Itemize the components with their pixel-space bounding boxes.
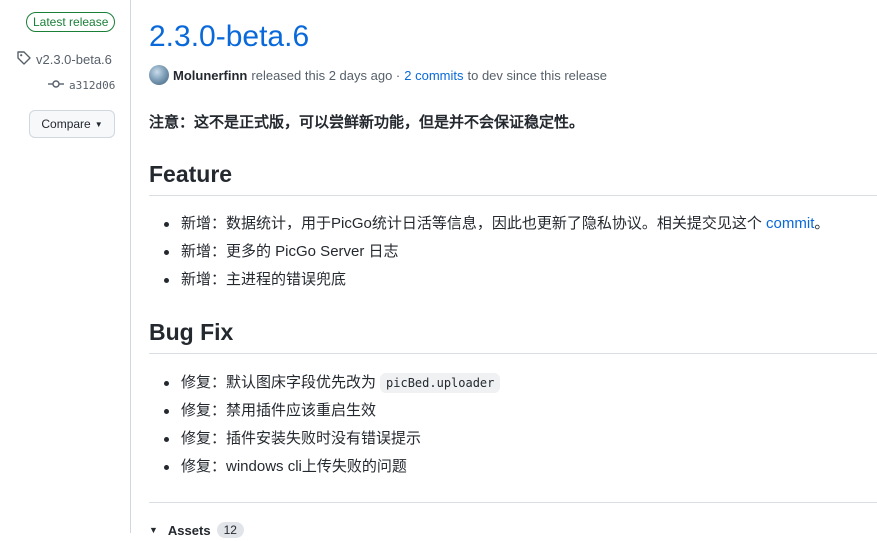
compare-button[interactable]: Compare ▼	[29, 110, 115, 138]
tag-name: v2.3.0-beta.6	[36, 51, 112, 67]
triangle-down-icon: ▼	[149, 525, 158, 535]
commit-link[interactable]: a312d06	[48, 77, 115, 93]
list-item: 修复：插件安装失败时没有错误提示	[149, 425, 500, 453]
release-meta: Molunerfinn released this 2 days ago · 2…	[149, 65, 607, 85]
bugfix-item-text: 修复：默认图床字段优先改为	[181, 374, 377, 391]
commit-sha: a312d06	[69, 78, 116, 92]
release-sidebar: Latest release v2.3.0-beta.6 a312d06 Com…	[0, 0, 131, 533]
triangle-down-icon: ▼	[94, 119, 103, 129]
feature-heading: Feature	[149, 159, 877, 196]
tag-link[interactable]: v2.3.0-beta.6	[16, 50, 112, 68]
assets-count-badge: 12	[216, 522, 244, 538]
assets-label: Assets	[167, 522, 211, 538]
release-title[interactable]: 2.3.0-beta.6	[149, 18, 309, 56]
feature-item-suffix: 。	[814, 215, 830, 232]
commit-link-inline[interactable]: commit	[766, 215, 814, 232]
beta-note: 注意：这不是正式版，可以尝鲜新功能，但是并不会保证稳定性。	[149, 114, 585, 131]
avatar[interactable]	[149, 65, 169, 85]
inline-code: picBed.uploader	[380, 373, 501, 393]
feature-list: 新增：数据统计，用于PicGo统计日活等信息，因此也更新了隐私协议。相关提交见这…	[149, 210, 829, 294]
compare-label: Compare	[41, 117, 91, 131]
since-text: to dev since this release	[467, 67, 607, 83]
commits-link[interactable]: 2 commits	[404, 68, 463, 83]
released-text: released this 2 days ago ·	[251, 67, 401, 83]
list-item: 新增：更多的 PicGo Server 日志	[149, 238, 829, 266]
list-item: 修复：默认图床字段优先改为 picBed.uploader	[149, 369, 501, 397]
list-item: 新增：数据统计，用于PicGo统计日活等信息，因此也更新了隐私协议。相关提交见这…	[149, 210, 829, 238]
feature-item-text: 新增：数据统计，用于PicGo统计日活等信息，因此也更新了隐私协议。相关提交见这…	[181, 215, 767, 232]
latest-release-badge: Latest release	[26, 12, 116, 32]
author-link[interactable]: Molunerfinn	[173, 68, 247, 83]
list-item: 新增：主进程的错误兜底	[149, 266, 829, 294]
divider	[149, 502, 877, 503]
list-item: 修复：windows cli上传失败的问题	[149, 453, 500, 481]
git-commit-icon	[48, 79, 69, 92]
bugfix-heading: Bug Fix	[149, 317, 877, 354]
tag-icon	[16, 50, 36, 69]
list-item: 修复：禁用插件应该重启生效	[149, 397, 500, 425]
assets-toggle[interactable]: ▼ Assets 12	[149, 519, 244, 541]
bugfix-list: 修复：默认图床字段优先改为 picBed.uploader 修复：禁用插件应该重启…	[149, 369, 501, 481]
